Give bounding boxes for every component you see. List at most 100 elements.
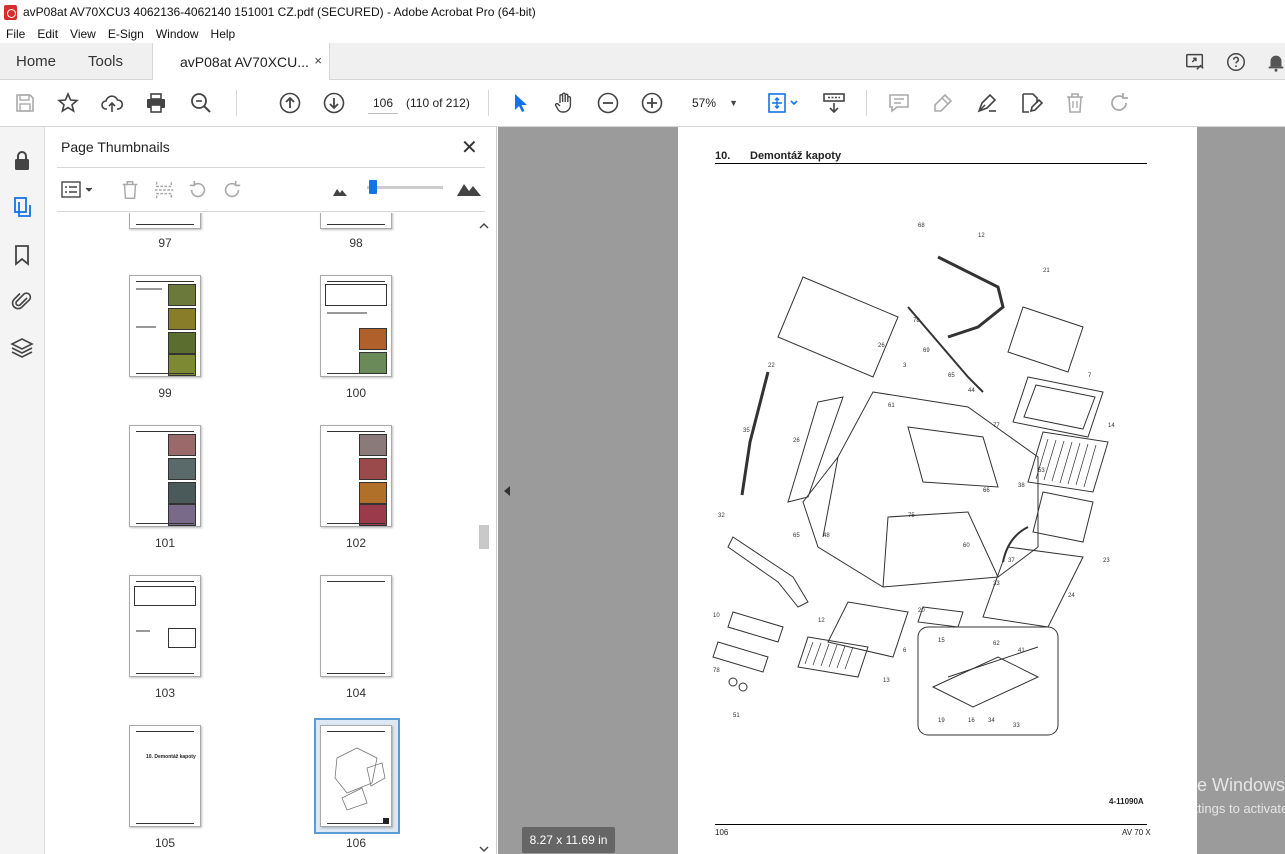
svg-text:78: 78 bbox=[713, 668, 720, 674]
thumbnail-page-104[interactable] bbox=[320, 575, 392, 677]
thumbnail-tools bbox=[57, 175, 485, 205]
thumbnail-page-103[interactable] bbox=[129, 575, 201, 677]
upload-button[interactable] bbox=[100, 91, 124, 115]
trash-icon[interactable] bbox=[119, 179, 141, 201]
layers-icon[interactable] bbox=[10, 336, 34, 360]
thumbnail-page-105[interactable]: 10. Demontáž kapoty bbox=[129, 725, 201, 827]
page-size-badge: 8.27 x 11.69 in bbox=[522, 827, 615, 853]
collapse-panel-icon[interactable] bbox=[502, 485, 512, 497]
large-thumbnail-icon[interactable] bbox=[457, 181, 481, 197]
edit-button[interactable] bbox=[1019, 91, 1044, 115]
svg-text:10: 10 bbox=[713, 613, 720, 619]
thumbnail-page-98[interactable] bbox=[320, 213, 392, 229]
close-icon[interactable]: ✕ bbox=[461, 135, 478, 160]
thumbnail-scrollbar[interactable] bbox=[477, 221, 491, 854]
svg-text:53: 53 bbox=[1038, 468, 1045, 474]
delete-button[interactable] bbox=[1063, 91, 1087, 115]
highlight-button[interactable] bbox=[931, 91, 955, 115]
redo-button[interactable] bbox=[1107, 91, 1131, 115]
menu-edit[interactable]: Edit bbox=[37, 27, 58, 41]
share-screen-icon[interactable] bbox=[1184, 51, 1206, 73]
small-thumbnail-icon[interactable] bbox=[333, 185, 347, 197]
thumbnail-page-99[interactable] bbox=[129, 275, 201, 377]
page-thumbnails-icon[interactable] bbox=[10, 195, 34, 219]
zoom-search-icon bbox=[191, 93, 211, 113]
zoom-in-button[interactable] bbox=[640, 91, 664, 115]
bookmark-icon[interactable] bbox=[10, 243, 34, 267]
activation-watermark-subtitle: Go to Settings to activate Windows. bbox=[1143, 801, 1285, 816]
svg-text:6: 6 bbox=[903, 648, 907, 654]
pdf-page: 10. Demontáž kapoty 68 12 21 22 7 14 35 … bbox=[678, 127, 1197, 854]
document-view[interactable]: 10. Demontáž kapoty 68 12 21 22 7 14 35 … bbox=[498, 127, 1285, 854]
svg-text:37: 37 bbox=[1008, 558, 1015, 564]
menu-help[interactable]: Help bbox=[211, 27, 236, 41]
heading-number: 10. bbox=[715, 150, 731, 162]
notification-bell-icon[interactable] bbox=[1265, 51, 1285, 73]
thumbnail-page-97[interactable] bbox=[129, 213, 201, 229]
svg-text:26: 26 bbox=[878, 343, 885, 349]
page-number-input[interactable]: 106 bbox=[368, 92, 398, 114]
page-fit-button[interactable] bbox=[766, 91, 802, 115]
highlighter-icon bbox=[934, 93, 953, 112]
hand-tool-button[interactable] bbox=[552, 91, 576, 115]
split-page-icon[interactable] bbox=[153, 179, 175, 201]
svg-text:19: 19 bbox=[938, 718, 945, 724]
tab-close-icon[interactable]: × bbox=[314, 53, 322, 68]
thumbnail-page-102[interactable] bbox=[320, 425, 392, 527]
tab-document-label: avP08at AV70XCU... bbox=[180, 54, 309, 70]
svg-text:65: 65 bbox=[793, 533, 800, 539]
figure-code: 4-11090A bbox=[1109, 797, 1144, 806]
scroll-up-icon[interactable] bbox=[479, 221, 489, 231]
zoom-level-dropdown[interactable]: 57% ▼ bbox=[684, 92, 742, 114]
options-menu-icon[interactable] bbox=[61, 179, 97, 201]
bookmark-star-button[interactable] bbox=[56, 91, 80, 115]
slider-handle[interactable] bbox=[369, 180, 377, 194]
svg-text:23: 23 bbox=[1103, 558, 1110, 564]
svg-text:24: 24 bbox=[1068, 593, 1075, 599]
rotate-right-icon[interactable] bbox=[221, 179, 243, 201]
thumbnail-page-100[interactable] bbox=[320, 275, 392, 377]
zoom-out-button[interactable] bbox=[596, 91, 620, 115]
tab-document[interactable]: avP08at AV70XCU... × bbox=[152, 43, 330, 81]
scrolling-icon bbox=[823, 93, 845, 114]
svg-text:75: 75 bbox=[908, 513, 915, 519]
thumbnail-label: 99 bbox=[158, 386, 172, 400]
rotate-left-icon[interactable] bbox=[187, 179, 209, 201]
footer-rule bbox=[715, 824, 1147, 825]
find-button[interactable] bbox=[189, 91, 213, 115]
menu-esign[interactable]: E-Sign bbox=[108, 27, 144, 41]
save-button[interactable] bbox=[13, 91, 37, 115]
print-button[interactable] bbox=[144, 91, 168, 115]
help-icon[interactable] bbox=[1225, 51, 1247, 73]
thumbnail-size-slider[interactable] bbox=[367, 186, 443, 189]
menu-file[interactable]: File bbox=[6, 27, 25, 41]
svg-text:32: 32 bbox=[718, 513, 725, 519]
lock-icon[interactable] bbox=[10, 149, 34, 173]
previous-page-button[interactable] bbox=[278, 91, 302, 115]
svg-text:15: 15 bbox=[938, 638, 945, 644]
tab-tools[interactable]: Tools bbox=[88, 43, 123, 80]
svg-text:12: 12 bbox=[978, 233, 985, 239]
svg-text:22: 22 bbox=[768, 363, 775, 369]
thumbnail-page-101[interactable] bbox=[129, 425, 201, 527]
scrollbar-thumb[interactable] bbox=[479, 525, 489, 549]
draw-button[interactable] bbox=[975, 91, 999, 115]
thumbnail-heading: 10. Demontáž kapoty bbox=[146, 754, 196, 760]
toolbar-separator bbox=[488, 90, 489, 116]
svg-text:61: 61 bbox=[888, 403, 895, 409]
thumbnail-page-106[interactable] bbox=[320, 725, 392, 827]
svg-text:14: 14 bbox=[1108, 423, 1115, 429]
comment-button[interactable] bbox=[887, 91, 911, 115]
tab-home[interactable]: Home bbox=[16, 43, 56, 80]
select-tool-button[interactable] bbox=[508, 91, 532, 115]
pen-nib-icon bbox=[977, 93, 997, 113]
scroll-mode-button[interactable] bbox=[822, 91, 846, 115]
attachment-paperclip-icon[interactable] bbox=[10, 289, 34, 313]
scroll-down-icon[interactable] bbox=[479, 844, 489, 854]
next-page-button[interactable] bbox=[322, 91, 346, 115]
menu-window[interactable]: Window bbox=[156, 27, 199, 41]
panel-divider bbox=[57, 167, 485, 168]
svg-text:77: 77 bbox=[993, 423, 1000, 429]
arrow-up-circle-icon bbox=[279, 92, 301, 114]
menu-view[interactable]: View bbox=[70, 27, 96, 41]
